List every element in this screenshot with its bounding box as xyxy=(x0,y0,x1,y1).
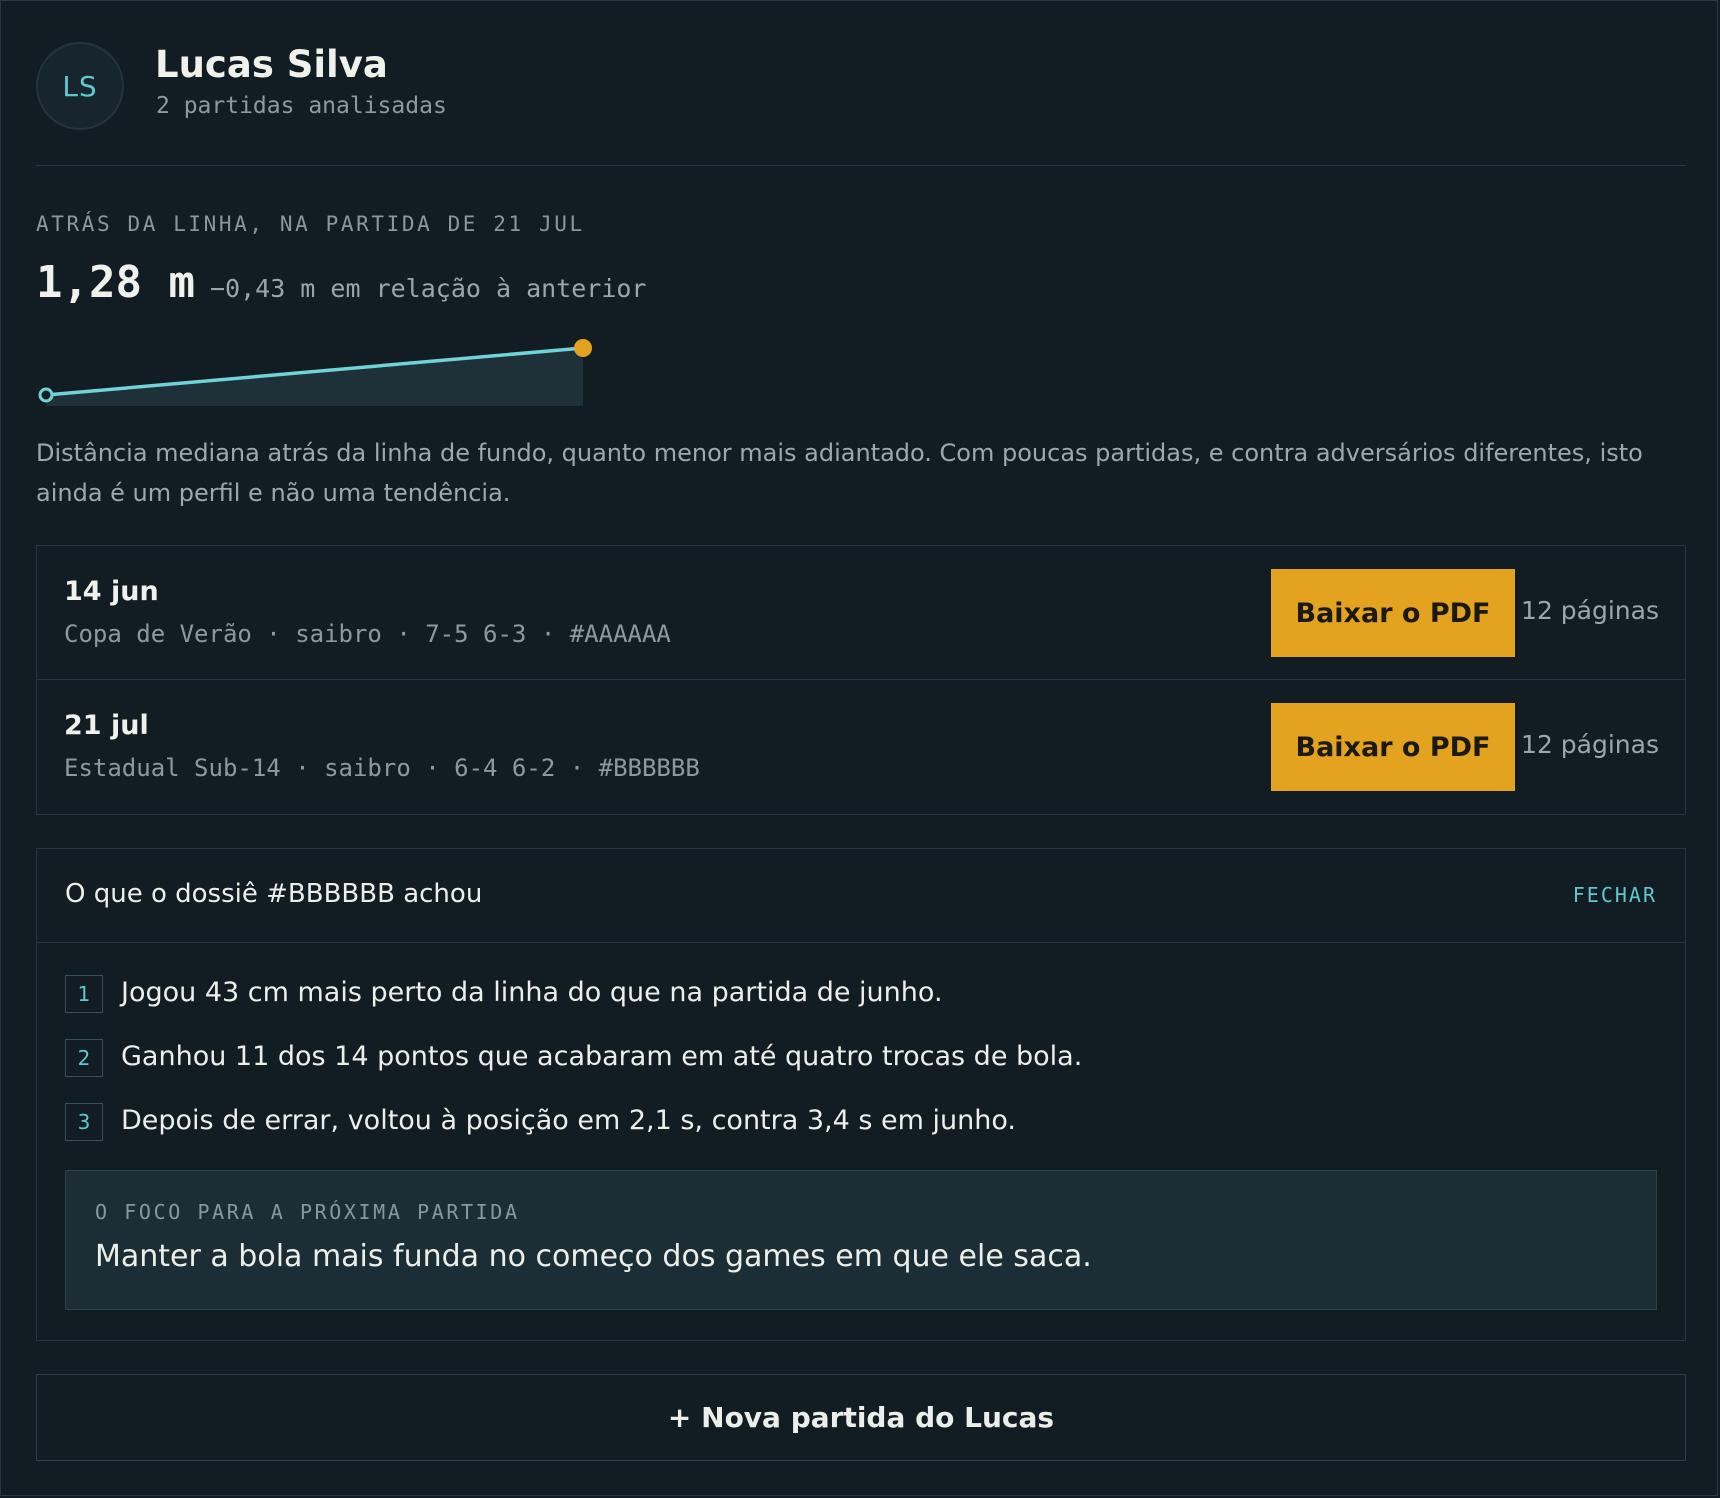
app-frame: LS Lucas Silva 2 partidas analisadas ATR… xyxy=(0,0,1718,1496)
dossier-title: O que o dossiê #BBBBBB achou xyxy=(65,879,483,909)
metric-label: ATRÁS DA LINHA, NA PARTIDA DE 21 JUL xyxy=(36,212,585,236)
next-focus-box: O FOCO PARA A PRÓXIMA PARTIDA Manter a b… xyxy=(65,1170,1657,1310)
page-count: 12 páginas xyxy=(1521,596,1659,625)
sparkline-point-jul xyxy=(574,339,592,357)
player-name: Lucas Silva xyxy=(155,43,388,86)
distance-sparkline xyxy=(38,339,592,406)
matches-list: 14 jun Copa de Verão · saibro · 7-5 6-3 … xyxy=(36,545,1686,815)
finding-number: 3 xyxy=(65,1103,103,1141)
page-count: 12 páginas xyxy=(1521,730,1659,759)
match-row: 21 jul Estadual Sub-14 · saibro · 6-4 6-… xyxy=(37,680,1685,813)
sparkline-point-jun xyxy=(38,387,54,403)
avatar-initials: LS xyxy=(62,69,98,103)
match-info: Estadual Sub-14 · saibro · 6-4 6-2 · #BB… xyxy=(64,754,700,782)
finding-text: Jogou 43 cm mais perto da linha do que n… xyxy=(121,977,943,1008)
download-pdf-button[interactable]: Baixar o PDF xyxy=(1271,569,1515,657)
metric-delta: −0,43 m em relação à anterior xyxy=(210,274,647,303)
match-date: 14 jun xyxy=(64,576,159,607)
metric-description: Distância mediana atrás da linha de fund… xyxy=(36,439,1643,507)
match-info: Copa de Verão · saibro · 7-5 6-3 · #AAAA… xyxy=(64,620,671,648)
close-button[interactable]: FECHAR xyxy=(1573,883,1657,907)
new-match-button[interactable]: + Nova partida do Lucas xyxy=(36,1374,1686,1461)
finding-number: 2 xyxy=(65,1039,103,1077)
download-pdf-button[interactable]: Baixar o PDF xyxy=(1271,703,1515,791)
match-row: 14 jun Copa de Verão · saibro · 7-5 6-3 … xyxy=(37,546,1685,680)
finding-number: 1 xyxy=(65,975,103,1013)
finding-text: Depois de errar, voltou à posição em 2,1… xyxy=(121,1105,1017,1136)
avatar: LS xyxy=(36,42,124,130)
dossier-panel: O que o dossiê #BBBBBB achou FECHAR 1 Jo… xyxy=(36,848,1686,1341)
focus-label: O FOCO PARA A PRÓXIMA PARTIDA xyxy=(95,1200,520,1224)
focus-text: Manter a bola mais funda no começo dos g… xyxy=(95,1239,1092,1274)
matches-count: 2 partidas analisadas xyxy=(156,93,447,119)
match-date: 21 jul xyxy=(64,710,149,741)
header-divider xyxy=(36,165,1686,166)
dossier-header: O que o dossiê #BBBBBB achou FECHAR xyxy=(37,849,1685,943)
finding-text: Ganhou 11 dos 14 pontos que acabaram em … xyxy=(121,1041,1083,1072)
metric-value: 1,28 m xyxy=(36,257,195,308)
